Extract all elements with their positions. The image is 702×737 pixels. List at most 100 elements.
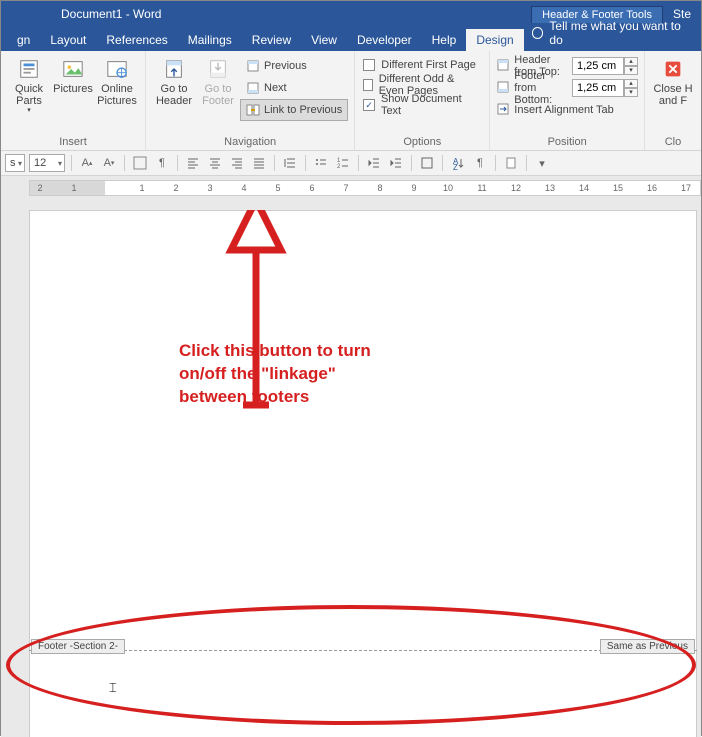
group-options: Different First Page Different Odd & Eve… — [355, 51, 490, 150]
group-close: Close H and F Clo — [645, 51, 701, 150]
spin-down-icon[interactable]: ▾ — [624, 88, 638, 97]
online-pictures-label: Online Pictures — [97, 83, 137, 107]
quick-parts-label: Quick Parts — [9, 83, 49, 107]
online-pictures-button[interactable]: Online Pictures — [95, 53, 139, 111]
ribbon-tabs: gn Layout References Mailings Review Vie… — [1, 27, 701, 51]
font-size-dropdown[interactable]: 12 — [29, 154, 65, 172]
checkbox-icon — [363, 59, 375, 71]
link-to-previous-button[interactable]: Link to Previous — [240, 99, 348, 121]
link-icon — [246, 103, 260, 117]
group-position: Header from Top: ▴▾ Footer from Bottom: … — [490, 51, 645, 150]
pictures-button[interactable]: Pictures — [51, 53, 95, 99]
footer-section-tag: Footer -Section 2- — [31, 639, 125, 654]
ruler-number: 11 — [477, 183, 486, 193]
ruler-number: 16 — [647, 183, 657, 193]
numbering-icon[interactable]: 12 — [334, 154, 352, 172]
group-options-label: Options — [361, 135, 483, 150]
tell-me-label: Tell me what you want to do — [549, 19, 693, 47]
tab-help[interactable]: Help — [422, 29, 467, 51]
insert-alignment-tab-button[interactable]: Insert Alignment Tab — [496, 99, 638, 121]
align-left-icon[interactable] — [184, 154, 202, 172]
decrease-indent-icon[interactable] — [365, 154, 383, 172]
same-as-previous-tag: Same as Previous — [600, 639, 695, 654]
align-center-icon[interactable] — [206, 154, 224, 172]
close-x-icon — [659, 57, 687, 81]
tab-view[interactable]: View — [301, 29, 347, 51]
header-from-top-input[interactable] — [572, 57, 624, 75]
different-first-page-label: Different First Page — [381, 59, 476, 71]
ruler-number: 17 — [681, 183, 691, 193]
page[interactable] — [29, 210, 697, 737]
shrink-font-icon[interactable]: A▾ — [100, 154, 118, 172]
group-navigation-label: Navigation — [152, 135, 348, 150]
header-from-top-spinner[interactable]: ▴▾ — [572, 57, 638, 75]
justify-icon[interactable] — [250, 154, 268, 172]
previous-button[interactable]: Previous — [240, 55, 348, 77]
grow-font-icon[interactable]: A▴ — [78, 154, 96, 172]
ruler-number: 6 — [309, 183, 314, 193]
show-document-text-checkbox[interactable]: ✓ Show Document Text — [361, 95, 483, 115]
next-label: Next — [264, 82, 287, 94]
insert-alignment-tab-label: Insert Alignment Tab — [514, 104, 613, 116]
borders-icon[interactable] — [418, 154, 436, 172]
dropdown-icon[interactable]: ▾ — [533, 154, 551, 172]
annotation-text: Click this button to turn on/off the "li… — [179, 340, 371, 409]
page-icon[interactable] — [502, 154, 520, 172]
styles-icon[interactable] — [131, 154, 149, 172]
font-dropdown[interactable]: s — [5, 154, 25, 172]
tab-layout[interactable]: Layout — [40, 29, 96, 51]
increase-indent-icon[interactable] — [387, 154, 405, 172]
quick-parts-icon — [15, 57, 43, 81]
header-distance-icon — [496, 58, 510, 75]
ruler-number: 8 — [377, 183, 382, 193]
next-button[interactable]: Next — [240, 77, 348, 99]
ruler-number: 3 — [207, 183, 212, 193]
ruler-number: 15 — [613, 183, 623, 193]
svg-text:Z: Z — [453, 163, 458, 170]
link-to-previous-label: Link to Previous — [264, 104, 342, 116]
alignment-tab-icon — [496, 102, 510, 119]
checkbox-checked-icon: ✓ — [363, 99, 375, 111]
bullets-icon[interactable] — [312, 154, 330, 172]
tell-me-search[interactable]: Tell me what you want to do — [524, 15, 701, 51]
tab-developer[interactable]: Developer — [347, 29, 422, 51]
footer-from-bottom-spinner[interactable]: ▴▾ — [572, 79, 638, 97]
ruler-number: 1 — [139, 183, 144, 193]
pictures-label: Pictures — [53, 83, 93, 95]
different-odd-even-checkbox[interactable]: Different Odd & Even Pages — [361, 75, 483, 95]
align-right-icon[interactable] — [228, 154, 246, 172]
tab-mailings[interactable]: Mailings — [178, 29, 242, 51]
ruler-area: 21123456789101112131415161718 — [1, 176, 701, 210]
group-position-label: Position — [496, 135, 638, 150]
pilcrow-icon[interactable]: ¶ — [471, 154, 489, 172]
tab-review[interactable]: Review — [242, 29, 301, 51]
quick-parts-button[interactable]: Quick Parts ▾ — [7, 53, 51, 119]
document-area: Footer -Section 2- Same as Previous ⌶ Cl… — [1, 210, 701, 737]
go-to-header-button[interactable]: Go to Header — [152, 53, 196, 111]
checkbox-icon — [363, 79, 372, 91]
line-spacing-icon[interactable] — [281, 154, 299, 172]
different-first-page-checkbox[interactable]: Different First Page — [361, 55, 483, 75]
spin-up-icon[interactable]: ▴ — [624, 79, 638, 88]
close-header-footer-button[interactable]: Close H and F — [651, 53, 695, 111]
ruler-number: 2 — [173, 183, 178, 193]
spin-up-icon[interactable]: ▴ — [624, 57, 638, 66]
ruler-number: 9 — [411, 183, 416, 193]
tab-references[interactable]: References — [96, 29, 177, 51]
page-down-icon — [246, 81, 260, 95]
tab-hf-design[interactable]: Design — [466, 29, 523, 51]
ruler-number: 10 — [443, 183, 453, 193]
go-to-footer-button: Go to Footer — [196, 53, 240, 111]
annotation-line3: between footers — [179, 386, 371, 409]
tab-design-partial[interactable]: gn — [7, 29, 40, 51]
ribbon: Quick Parts ▾ Pictures Online Pictures I… — [1, 51, 701, 151]
show-document-text-label: Show Document Text — [381, 93, 481, 117]
close-label-1: Close H — [653, 83, 692, 95]
sort-icon[interactable]: AZ — [449, 154, 467, 172]
horizontal-ruler[interactable]: 21123456789101112131415161718 — [29, 180, 701, 196]
previous-label: Previous — [264, 60, 307, 72]
paragraph-marks-icon[interactable]: ¶ — [153, 154, 171, 172]
footer-from-bottom-input[interactable] — [572, 79, 624, 97]
spin-down-icon[interactable]: ▾ — [624, 66, 638, 75]
ruler-number: 7 — [343, 183, 348, 193]
